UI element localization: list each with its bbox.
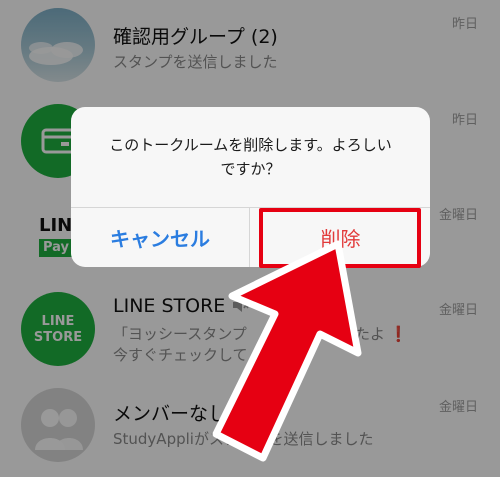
dialog-message: このトークルームを削除します。よろしい ですか？	[71, 107, 430, 208]
delete-highlight-annotation	[259, 208, 421, 268]
dialog-message-line2: ですか？	[220, 160, 281, 178]
cancel-button[interactable]: キャンセル	[71, 208, 250, 267]
dialog-message-line1: このトークルームを削除します。よろしい	[109, 136, 392, 154]
